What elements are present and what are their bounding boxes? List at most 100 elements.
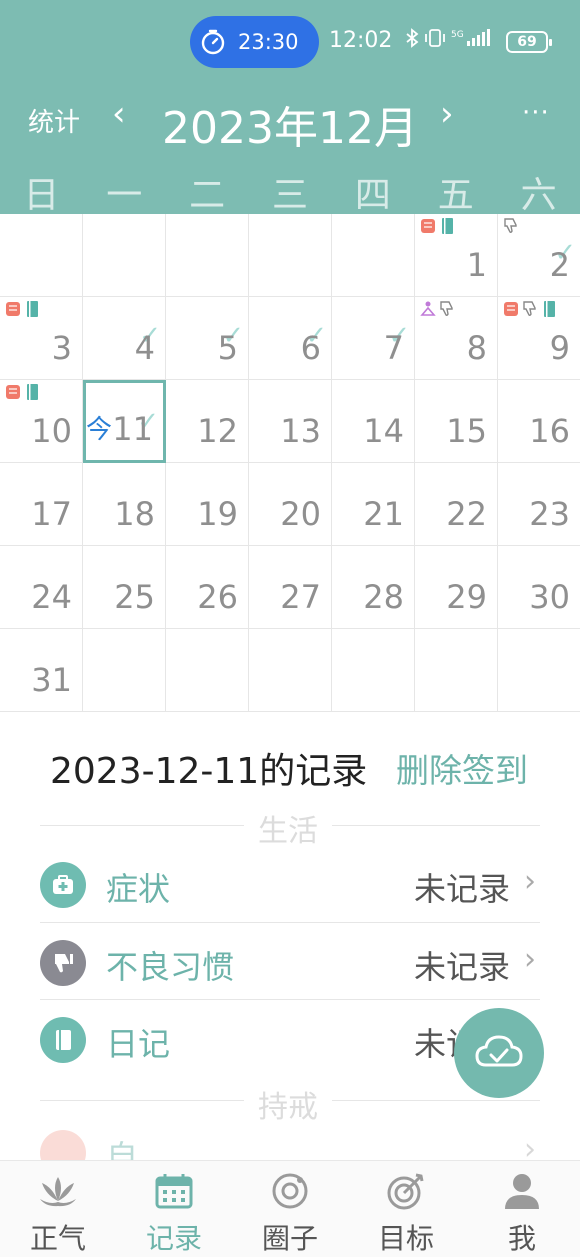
day-number: 29 <box>446 578 487 616</box>
reading-icon <box>6 385 20 399</box>
day-icons <box>503 217 519 235</box>
day-number: 1 <box>466 246 487 284</box>
row-divider <box>40 922 540 923</box>
row-status: 未记录 <box>413 948 510 986</box>
book-icon <box>27 301 38 317</box>
day-number: 23 <box>529 495 570 533</box>
signal-5g-icon: 5G <box>451 29 490 46</box>
day-number: 3 <box>51 329 72 367</box>
timer-text: 23:30 <box>238 30 299 54</box>
day-cell[interactable]: 30 <box>498 546 580 629</box>
weekday-label: 三 <box>272 175 309 216</box>
day-cell[interactable]: ✓ 7 <box>332 297 415 380</box>
day-cell[interactable]: 31 <box>0 629 83 712</box>
nav-label: 正气 <box>29 1222 86 1255</box>
day-cell[interactable]: 22 <box>415 463 498 546</box>
record-row-bad-habits[interactable]: 不良习惯 未记录 › <box>40 930 540 1006</box>
day-cell[interactable]: 23 <box>498 463 580 546</box>
weekday-row: 日 一 二 三 四 五 六 <box>0 166 580 218</box>
first-aid-icon <box>40 862 86 908</box>
prev-month-button[interactable]: ‹ <box>112 94 126 134</box>
day-cell[interactable]: 14 <box>332 380 415 463</box>
profile-icon <box>500 1169 544 1213</box>
day-number: 24 <box>31 578 72 616</box>
empty-day-cell <box>83 629 166 712</box>
day-number: 26 <box>197 578 238 616</box>
timer-pill[interactable]: 23:30 <box>190 16 319 68</box>
day-cell[interactable]: 27 <box>249 546 332 629</box>
record-row-symptoms[interactable]: 症状 未记录 › <box>40 852 540 928</box>
day-cell[interactable]: 28 <box>332 546 415 629</box>
target-icon <box>384 1169 428 1213</box>
day-cell[interactable]: 8 <box>415 297 498 380</box>
reading-icon <box>421 219 435 233</box>
day-number: 4 <box>134 329 155 367</box>
day-number: 25 <box>114 578 155 616</box>
empty-day-cell <box>415 629 498 712</box>
day-cell[interactable]: 18 <box>83 463 166 546</box>
nav-item-me[interactable]: 我 <box>464 1161 580 1257</box>
weekday-label: 一 <box>106 175 143 216</box>
day-cell[interactable]: 15 <box>415 380 498 463</box>
nav-item-goals[interactable]: 目标 <box>348 1161 464 1257</box>
cloud-sync-button[interactable] <box>454 1008 544 1098</box>
nav-item-records[interactable]: 记录 <box>116 1161 232 1257</box>
empty-day-cell <box>498 629 580 712</box>
more-menu-button[interactable]: ··· <box>522 98 550 128</box>
day-number: 8 <box>466 329 487 367</box>
nav-item-circle[interactable]: 圈子 <box>232 1161 348 1257</box>
day-number: 27 <box>280 578 321 616</box>
calendar-grid: 1 ✓ 2 3 ✓ 4 ✓ 5 ✓ 6 ✓ 7 8 9 10 ✓ 今 11 12 13 14 15 16 17 18 19 20 21… <box>0 214 580 712</box>
weekday-label: 二 <box>189 175 226 216</box>
day-cell[interactable]: 17 <box>0 463 83 546</box>
empty-day-cell <box>332 214 415 297</box>
day-number: 15 <box>446 412 487 450</box>
day-cell[interactable]: 29 <box>415 546 498 629</box>
day-cell[interactable]: 16 <box>498 380 580 463</box>
day-cell[interactable]: ✓ 2 <box>498 214 580 297</box>
weekday-label: 日 <box>23 175 60 216</box>
empty-day-cell <box>83 214 166 297</box>
today-mark: 今 <box>86 415 113 445</box>
lotus-icon <box>36 1169 80 1213</box>
chevron-right-icon: › <box>524 942 536 977</box>
day-cell[interactable]: ✓ 5 <box>166 297 249 380</box>
day-cell[interactable]: 21 <box>332 463 415 546</box>
next-month-button[interactable]: › <box>440 94 454 134</box>
day-cell[interactable]: ✓ 今 11 <box>83 380 166 463</box>
nav-item-zhengqi[interactable]: 正气 <box>0 1161 116 1257</box>
day-cell[interactable]: 26 <box>166 546 249 629</box>
day-cell[interactable]: 20 <box>249 463 332 546</box>
nav-label: 记录 <box>145 1222 202 1255</box>
day-cell[interactable]: 19 <box>166 463 249 546</box>
row-divider <box>40 999 540 1000</box>
day-number: 30 <box>529 578 570 616</box>
timer-icon <box>201 29 225 55</box>
day-cell[interactable]: 24 <box>0 546 83 629</box>
empty-day-cell <box>0 214 83 297</box>
stats-button[interactable]: 统计 <box>28 102 80 139</box>
day-number: 13 <box>280 412 321 450</box>
day-icons <box>420 300 455 318</box>
day-cell[interactable]: 1 <box>415 214 498 297</box>
bluetooth-icon <box>406 28 419 48</box>
day-cell[interactable]: 3 <box>0 297 83 380</box>
day-cell[interactable]: 25 <box>83 546 166 629</box>
day-cell[interactable]: ✓ 6 <box>249 297 332 380</box>
day-cell[interactable]: 13 <box>249 380 332 463</box>
day-cell[interactable]: 10 <box>0 380 83 463</box>
day-number: 22 <box>446 495 487 533</box>
day-number: 17 <box>31 495 72 533</box>
day-cell[interactable]: 9 <box>498 297 580 380</box>
day-cell[interactable]: ✓ 4 <box>83 297 166 380</box>
svg-text:5G: 5G <box>451 30 464 40</box>
day-number: 18 <box>114 495 155 533</box>
day-number: 31 <box>31 661 72 699</box>
day-number: 12 <box>197 412 238 450</box>
empty-day-cell <box>332 629 415 712</box>
delete-checkin-button[interactable]: 删除签到 <box>396 744 528 792</box>
day-cell[interactable]: 12 <box>166 380 249 463</box>
day-number: 21 <box>363 495 404 533</box>
record-date-title: 2023-12-11的记录 <box>50 751 368 792</box>
day-icons <box>5 383 40 401</box>
